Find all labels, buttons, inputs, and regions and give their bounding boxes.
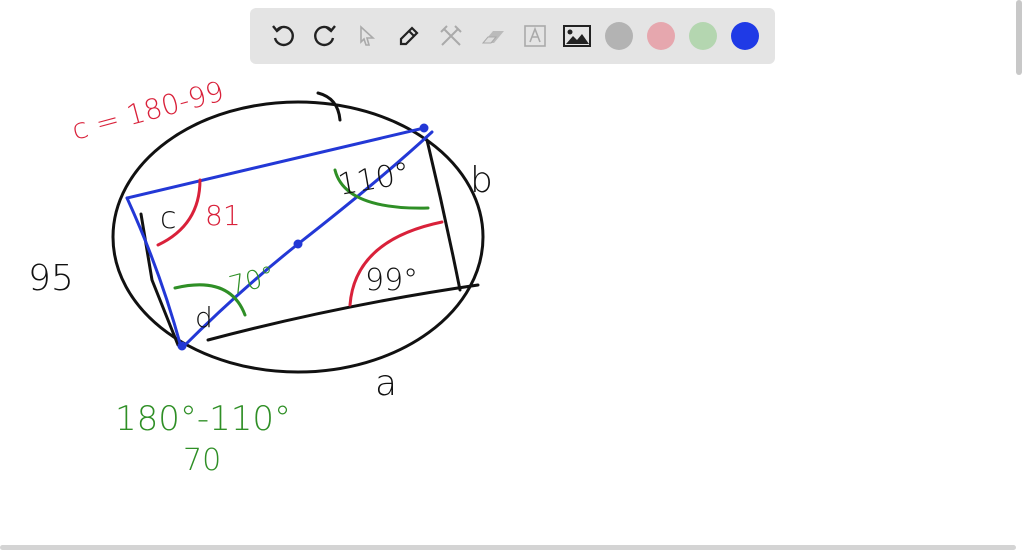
c-formula-label: c = 180-99 — [68, 75, 227, 147]
midpoint — [293, 239, 303, 249]
side-b-label: b — [470, 160, 493, 201]
horizontal-scrollbar[interactable] — [0, 545, 1016, 550]
angle-d-label: d — [195, 301, 213, 334]
side-95-label: 95 — [28, 258, 74, 299]
d-formula-label: 180°-110° — [115, 399, 291, 439]
quad-right-side — [425, 138, 462, 292]
vertex-point — [177, 341, 187, 351]
d-result-label: 70 — [183, 443, 221, 478]
angle-99-label: 99° — [365, 263, 418, 298]
side-a-label: a — [375, 363, 397, 404]
whiteboard-canvas[interactable]: c = 180-99 95 b a c 81 110° 99° 70° d 18… — [0, 0, 1024, 552]
angle-110-label: 110° — [335, 156, 412, 203]
vertex-point — [419, 123, 429, 133]
angle-70-label: 70° — [226, 261, 278, 302]
arc-stroke — [316, 91, 342, 122]
angle-81-label: 81 — [205, 199, 241, 232]
angle-c-label: c — [160, 201, 177, 236]
vertical-scrollbar[interactable] — [1016, 0, 1022, 75]
